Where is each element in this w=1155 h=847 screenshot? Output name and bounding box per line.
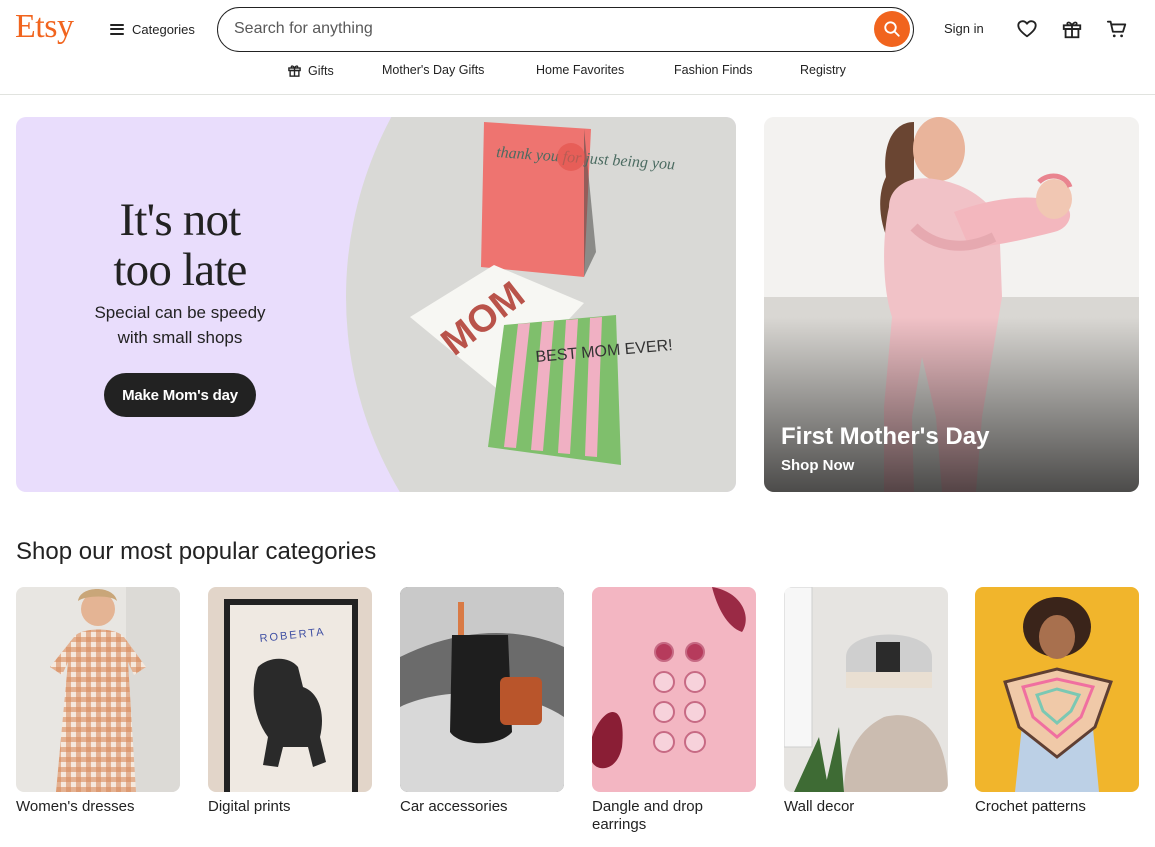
- cart-icon: [1106, 20, 1127, 38]
- make-moms-day-button[interactable]: Make Mom's day: [104, 373, 256, 417]
- heart-icon: [1017, 20, 1037, 38]
- subnav-item-gifts[interactable]: Gifts: [287, 63, 334, 78]
- hero-subtitle: Special can be speedy with small shops: [16, 300, 344, 350]
- search-input[interactable]: [234, 8, 874, 50]
- search-bar: [217, 7, 914, 52]
- category-label: Wall decor: [784, 798, 855, 815]
- crochet-photo: [975, 587, 1139, 792]
- hero-subtitle-line-1: Special can be speedy: [94, 303, 266, 322]
- gift-icon: [1062, 21, 1082, 39]
- subnav-item-mothers-day[interactable]: Mother's Day Gifts: [382, 63, 484, 77]
- sign-in-link[interactable]: Sign in: [944, 21, 984, 36]
- hero-title-line-1: It's not: [119, 194, 242, 246]
- search-button[interactable]: [874, 11, 910, 47]
- category-image: [592, 587, 756, 792]
- earrings-photo: [592, 587, 756, 792]
- dog-print-photo: ROBERTA: [208, 587, 372, 792]
- category-card-wall-decor[interactable]: Wall decor: [784, 587, 948, 816]
- site-header: Etsy Categories Sign in Gifts Mother's D…: [0, 0, 1155, 95]
- subnav-item-fashion-finds[interactable]: Fashion Finds: [674, 63, 753, 77]
- category-card-womens-dresses[interactable]: Women's dresses: [16, 587, 180, 816]
- first-mothers-day-promo[interactable]: First Mother's Day Shop Now: [764, 117, 1139, 492]
- subnav-item-registry[interactable]: Registry: [800, 63, 846, 77]
- category-image: [784, 587, 948, 792]
- category-label: Digital prints: [208, 798, 291, 815]
- favorites-button[interactable]: [1015, 17, 1039, 41]
- dress-photo: [16, 587, 180, 792]
- car-bag-photo: [400, 587, 564, 792]
- wall-decor-photo: [784, 587, 948, 792]
- category-card-crochet-patterns[interactable]: Crochet patterns: [975, 587, 1139, 816]
- gift-button[interactable]: [1060, 17, 1084, 41]
- category-label: Dangle and drop earrings: [592, 798, 703, 833]
- category-image: ROBERTA: [208, 587, 372, 792]
- category-card-car-accessories[interactable]: Car accessories: [400, 587, 564, 816]
- category-subnav: Gifts Mother's Day Gifts Home Favorites …: [0, 63, 1155, 81]
- etsy-logo[interactable]: Etsy: [15, 8, 74, 46]
- subnav-item-home-favorites[interactable]: Home Favorites: [536, 63, 624, 77]
- search-icon: [884, 21, 900, 37]
- subnav-label: Gifts: [308, 63, 334, 78]
- side-promo-title: First Mother's Day: [781, 423, 990, 450]
- category-image: [975, 587, 1139, 792]
- hero-subtitle-line-2: with small shops: [117, 328, 243, 347]
- hero-title-line-2: too late: [113, 244, 247, 296]
- popular-categories-title: Shop our most popular categories: [16, 538, 377, 565]
- category-card-dangle-drop-earrings[interactable]: Dangle and drop earrings: [592, 587, 756, 834]
- menu-icon: [110, 23, 124, 35]
- greeting-cards-image: thank you for just being you MOM BEST MO…: [410, 122, 676, 465]
- category-label: Car accessories: [400, 798, 508, 815]
- hero-banner[interactable]: thank you for just being you MOM BEST MO…: [16, 117, 736, 492]
- category-label: Women's dresses: [16, 798, 135, 815]
- shop-now-link[interactable]: Shop Now: [781, 457, 854, 474]
- cart-button[interactable]: [1105, 17, 1129, 41]
- hero-title: It's not too late: [16, 195, 344, 295]
- gift-icon: [288, 65, 301, 77]
- category-image: [16, 587, 180, 792]
- category-label: Crochet patterns: [975, 798, 1086, 815]
- category-card-digital-prints[interactable]: ROBERTA Digital prints: [208, 587, 372, 816]
- categories-label: Categories: [132, 21, 195, 37]
- categories-button[interactable]: Categories: [110, 18, 195, 40]
- category-image: [400, 587, 564, 792]
